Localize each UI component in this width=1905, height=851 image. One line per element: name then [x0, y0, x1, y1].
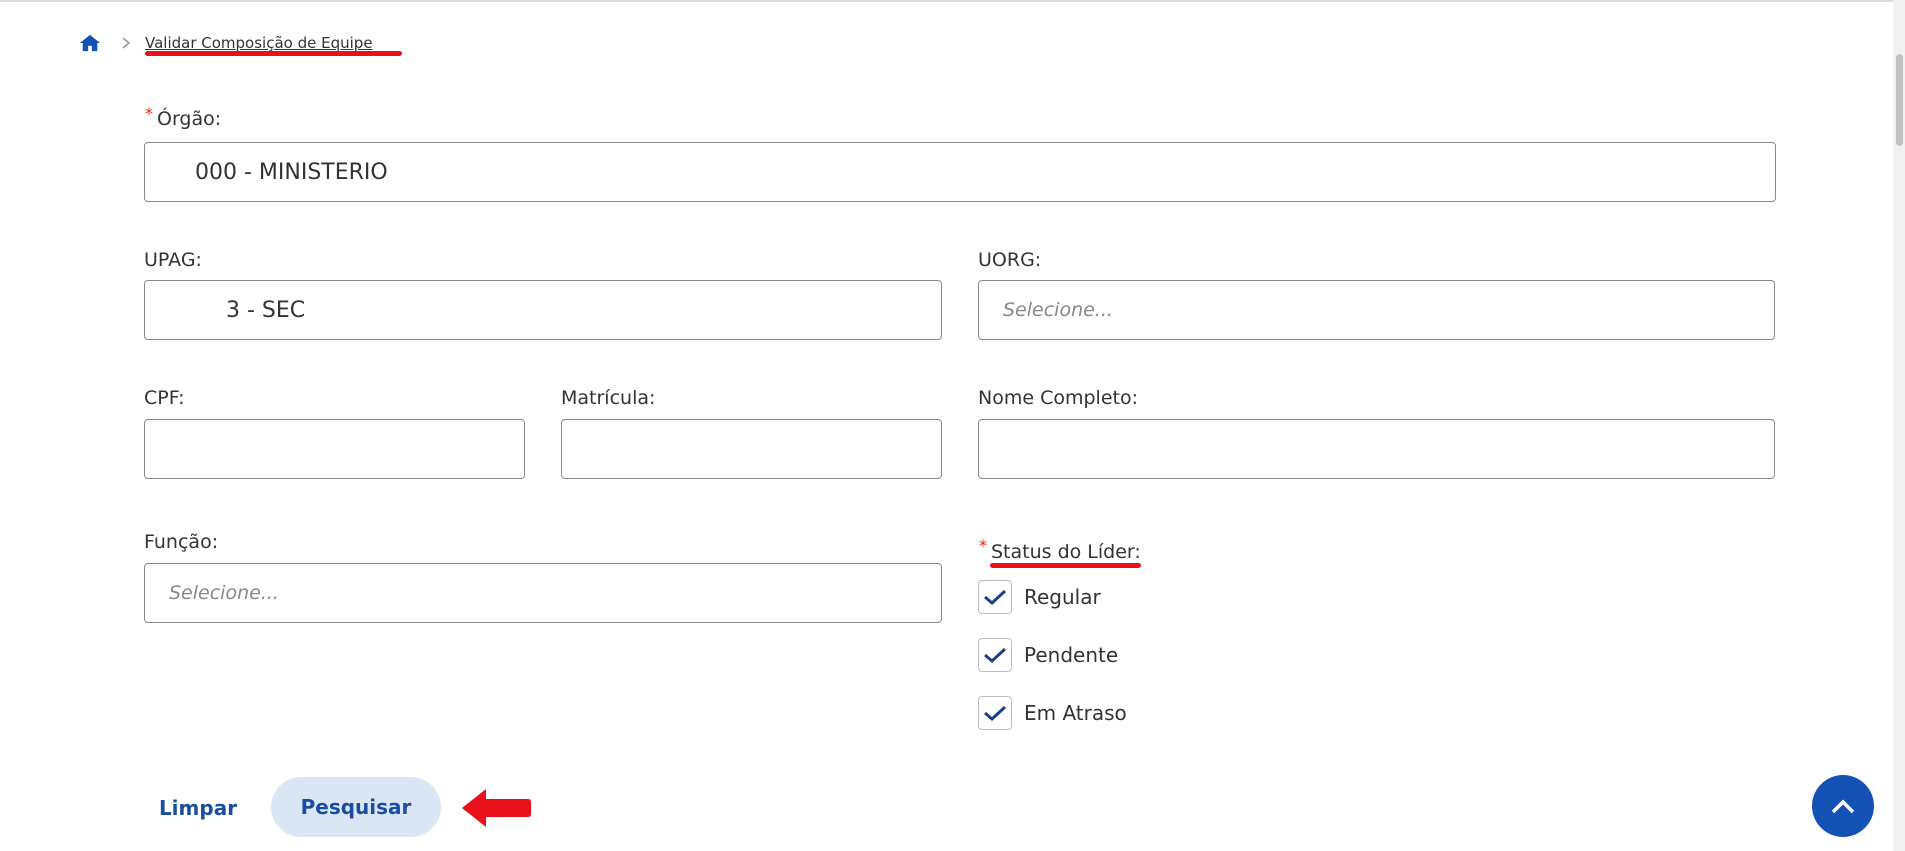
annotation-underline — [990, 563, 1141, 568]
uorg-label: UORG: — [978, 249, 1042, 271]
funcao-placeholder: Selecione... — [169, 582, 279, 604]
check-icon — [984, 647, 1007, 664]
scrollbar-thumb[interactable] — [1896, 54, 1903, 146]
orgao-value: 000 - MINISTERIO — [195, 159, 388, 185]
status-option-label: Regular — [1024, 585, 1101, 609]
checkbox-checked[interactable] — [978, 580, 1012, 614]
checkbox-checked[interactable] — [978, 638, 1012, 672]
uorg-select[interactable]: Selecione... — [978, 280, 1775, 340]
status-option-em-atraso[interactable]: Em Atraso — [978, 696, 1127, 730]
check-icon — [984, 705, 1007, 722]
checkbox-checked[interactable] — [978, 696, 1012, 730]
matricula-input[interactable] — [561, 419, 942, 479]
upag-select[interactable]: 3 - SEC — [144, 280, 942, 340]
funcao-label: Função: — [144, 531, 219, 553]
top-divider — [0, 0, 1905, 2]
check-icon — [984, 589, 1007, 606]
nome-input[interactable] — [978, 419, 1775, 479]
matricula-label: Matrícula: — [561, 387, 656, 409]
required-asterisk: * — [979, 536, 987, 555]
annotation-underline — [145, 51, 402, 56]
annotation-arrow-icon — [462, 789, 531, 827]
chevron-up-icon — [1831, 799, 1855, 814]
status-option-label: Em Atraso — [1024, 701, 1127, 725]
back-to-top-button[interactable] — [1812, 775, 1874, 837]
required-asterisk: * — [145, 104, 153, 123]
home-icon[interactable] — [79, 33, 101, 53]
status-option-regular[interactable]: Regular — [978, 580, 1101, 614]
upag-value: 3 - SEC — [226, 297, 306, 323]
cpf-input[interactable] — [144, 419, 525, 479]
funcao-select[interactable]: Selecione... — [144, 563, 942, 623]
search-button[interactable]: Pesquisar — [271, 777, 441, 837]
status-option-label: Pendente — [1024, 643, 1119, 667]
nome-label: Nome Completo: — [978, 387, 1138, 409]
chevron-right-icon — [122, 37, 131, 49]
status-option-pendente[interactable]: Pendente — [978, 638, 1118, 672]
cpf-label: CPF: — [144, 387, 185, 409]
orgao-label: Órgão: — [157, 108, 222, 130]
status-label: Status do Líder: — [991, 541, 1141, 563]
clear-button[interactable]: Limpar — [146, 782, 250, 834]
upag-label: UPAG: — [144, 249, 202, 271]
uorg-placeholder: Selecione... — [1003, 299, 1113, 321]
breadcrumb-current[interactable]: Validar Composição de Equipe — [145, 34, 373, 52]
orgao-select[interactable]: 000 - MINISTERIO — [144, 142, 1776, 202]
